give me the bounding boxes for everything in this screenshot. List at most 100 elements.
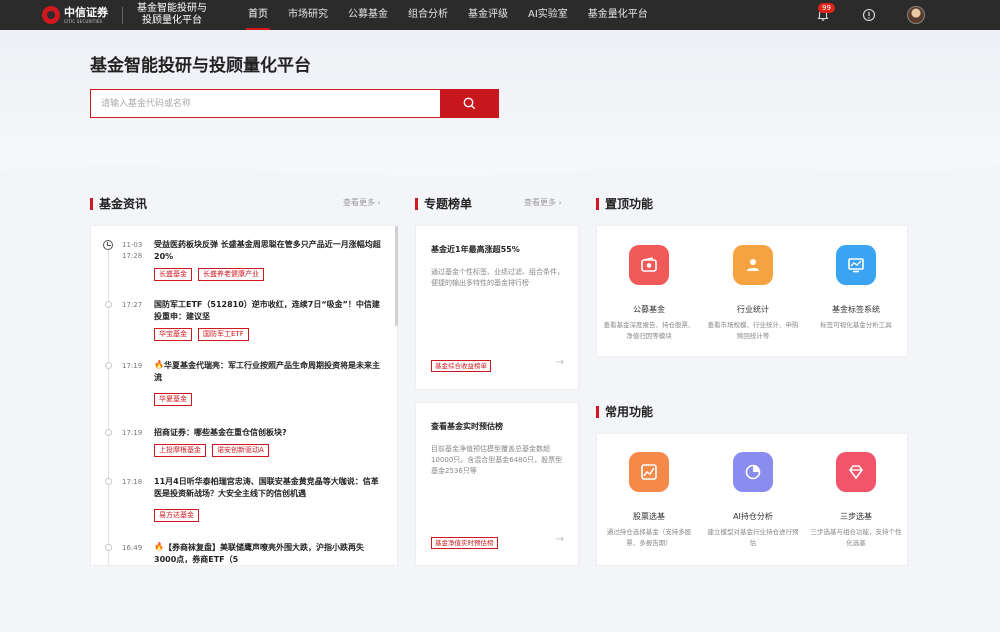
section-accent-bar [596,197,599,210]
ranking-card[interactable]: 基金近1年最高涨超55% 通过基金个性标签、业绩过滤、组合条件，便捷的输出多特性… [415,225,579,390]
feature-name: 公募基金 [633,305,665,314]
arrow-right-icon[interactable]: → [556,534,564,545]
section-accent-bar [596,405,599,418]
nav-item-ai-lab[interactable]: AI实验室 [528,0,568,30]
news-time: 17:19 [122,429,143,437]
news-time: 17:27 [122,301,143,309]
hot-fire-icon: 🔥 [154,542,164,551]
notification-badge: 99 [818,3,835,13]
feature-industry-stats[interactable]: 行业统计 查看市场规模、行业统计、申购赎回统计等 [703,245,803,342]
platform-name: 基金智能投研与投顾量化平台 [137,3,207,26]
fund-search-field [90,89,441,118]
hot-fire-icon: 🔥 [154,360,164,369]
ranking-section-header: 专题榜单 [415,195,472,212]
pinned-section-header: 置顶功能 [596,195,653,212]
ranking-link[interactable]: 基金综合收益榜单 [431,360,491,372]
brand-logo[interactable]: 中信证券 CITIC SECURITIES [42,6,108,24]
news-time: 16:49 [122,544,143,552]
nav-item-fund-rating[interactable]: 基金评级 [468,0,508,30]
news-title[interactable]: 11月4日听华泰柏瑞宫忠涛、国联安基金黄竞晶等大咖说：信革医是投资新战场？大安全… [154,476,386,500]
section-accent-bar [415,197,418,210]
feature-description: 通过持仓选择基金（支持多股票、多报告期） [606,528,692,547]
news-tag[interactable]: 上投摩根基金 [154,444,206,457]
nav-item-public-funds[interactable]: 公募基金 [348,0,388,30]
feature-description: 查看市场规模、行业统计、申购赎回统计等 [707,321,799,340]
news-tag[interactable]: 诺安创新驱动A [212,444,269,457]
arrow-right-icon[interactable]: → [556,357,564,368]
user-avatar[interactable] [907,6,925,24]
timeline-line [108,246,109,565]
news-date: 11-03 [122,241,143,249]
feature-public-funds[interactable]: 公募基金 查看基金深度报告、持仓股票、净值归因等模块 [599,245,699,342]
ranking-section-title: 专题榜单 [424,197,473,211]
ranking-title: 基金近1年最高涨超55% [431,245,520,254]
news-tag[interactable]: 长盛基金 [154,268,192,281]
common-section-header: 常用功能 [596,403,653,420]
news-time: 17:28 [122,252,143,260]
news-tag[interactable]: 华宝基金 [154,328,192,341]
news-tag[interactable]: 易方达基金 [154,509,199,522]
news-title[interactable]: 【券商袜复盘】美联储鹰声嘹亮外围大跌，沪指小跌再失3000点，券商ETF（5 [154,542,386,565]
timeline-dot [105,429,112,436]
timeline-dot [105,301,112,308]
news-section-header: 基金资讯 [90,195,147,212]
news-time: 17:18 [122,478,143,486]
monitor-chart-icon [836,245,876,285]
feature-description: 建立模型对基金行业持仓进行预估 [707,528,799,547]
hero-wave-decoration [0,165,1000,180]
feature-description: 标签可视化基金分析工具 [820,321,892,329]
logo-divider [122,7,123,24]
news-title[interactable]: 华夏基金代瑞亮：军工行业按照产品生命周期投资将是未来主流 [154,360,386,384]
logo-text-en: CITIC SECURITIES [64,18,103,24]
logo-mark-icon [42,6,60,24]
info-icon[interactable] [862,8,876,22]
feature-three-step-picker[interactable]: 三步选基 三步选基与组合功能，支持个性化选基 [806,452,906,549]
nav-item-home[interactable]: 首页 [246,0,270,30]
page-title: 基金智能投研与投顾量化平台 [90,56,311,76]
pie-chart-icon [733,452,773,492]
news-title[interactable]: 国防军工ETF（512810）逆市收红，连续7日“吸金”！中信建投重申：建议坚 [154,299,386,323]
news-title[interactable]: 招商证券：哪些基金在重仓信创板块? [154,427,386,439]
news-tag[interactable]: 长盛养老健康产业 [198,268,264,281]
feature-stock-fund-picker[interactable]: 股票选基 通过持仓选择基金（支持多股票、多报告期） [599,452,699,549]
timeline-dot [105,478,112,485]
user-chart-icon [733,245,773,285]
feature-description: 三步选基与组合功能，支持个性化选基 [810,528,902,547]
ranking-description: 目前基金净值预估模型覆盖总基金数超10000只。含混合型基金6480只，股票型基… [431,445,563,475]
news-more-label: 查看更多 [343,198,375,207]
search-icon [463,97,476,110]
diamond-icon [836,452,876,492]
trend-chart-icon [629,452,669,492]
news-card: 11-03 17:28 受益医药板块反弹 长盛基金周思聪在管多只产品近一月涨幅均… [90,225,398,566]
ranking-card[interactable]: 查看基金实时预估榜 目前基金净值预估模型覆盖总基金数超10000只。含混合型基金… [415,402,579,566]
ranking-more-link[interactable]: 查看更多 › [524,197,562,208]
feature-name: 三步选基 [840,512,872,521]
timeline-dot [105,544,112,551]
news-more-link[interactable]: 查看更多 › [343,197,381,208]
news-time: 17:19 [122,362,143,370]
fund-search-input[interactable] [91,90,441,117]
ranking-title: 查看基金实时预估榜 [431,422,503,431]
feature-ai-holdings[interactable]: AI持仓分析 建立模型对基金行业持仓进行预估 [703,452,803,549]
news-title[interactable]: 受益医药板块反弹 长盛基金周思聪在管多只产品近一月涨幅均超20% [154,239,386,263]
nav-item-quant-platform[interactable]: 基金量化平台 [588,0,648,30]
nav-item-market-research[interactable]: 市场研究 [288,0,328,30]
feature-name: 基金标签系统 [832,305,880,314]
common-features-card: 股票选基 通过持仓选择基金（支持多股票、多报告期） AI持仓分析 建立模型对基金… [596,433,908,566]
feature-name: AI持仓分析 [733,512,773,521]
top-navigation-bar: 中信证券 CITIC SECURITIES 基金智能投研与投顾量化平台 首页 市… [0,0,1000,30]
news-tag[interactable]: 国防军工ETF [198,328,249,341]
search-button[interactable] [440,89,499,118]
feature-tag-system[interactable]: 基金标签系统 标签可视化基金分析工具 [806,245,906,331]
feature-description: 查看基金深度报告、持仓股票、净值归因等模块 [603,321,695,340]
section-accent-bar [90,197,93,210]
ranking-link[interactable]: 基金净值实时预估榜 [431,537,498,549]
ranking-description: 通过基金个性标签、业绩过滤、组合条件，便捷的输出多特性的基金排行榜 [431,268,564,287]
nav-item-portfolio-analysis[interactable]: 组合分析 [408,0,448,30]
timeline-dot [105,362,112,369]
news-scrollbar[interactable] [395,226,398,326]
common-section-title: 常用功能 [605,405,654,419]
news-section-title: 基金资讯 [99,197,148,211]
news-tag[interactable]: 华夏基金 [154,393,192,406]
logo-text-cn: 中信证券 [64,5,108,19]
